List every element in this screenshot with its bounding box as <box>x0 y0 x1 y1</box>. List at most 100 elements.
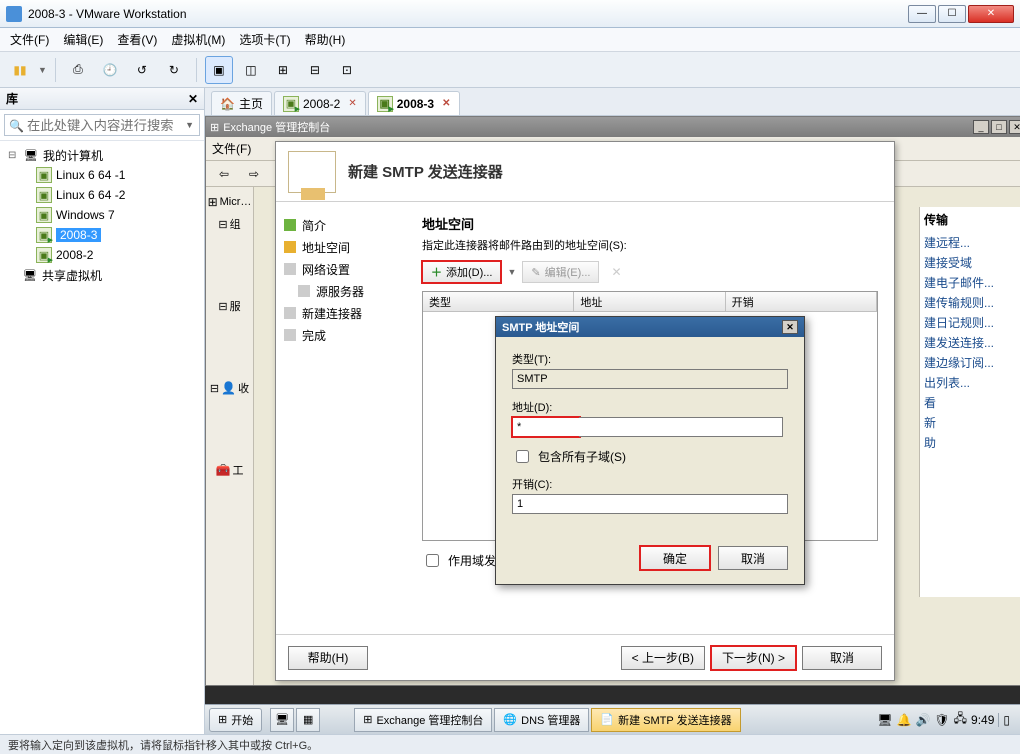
nav-item[interactable]: ⊟服 <box>218 295 240 317</box>
step-network[interactable]: 网络设置 <box>284 258 398 280</box>
forward-button[interactable]: ⇨ <box>240 160 268 188</box>
include-subdomains-checkbox[interactable] <box>516 450 529 463</box>
exch-min-button[interactable]: _ <box>973 120 989 134</box>
tree-item[interactable]: ▣Linux 6 64 -2 <box>0 185 204 205</box>
tree-item[interactable]: ▣Linux 6 64 -1 <box>0 165 204 185</box>
scoped-connector-checkbox[interactable] <box>426 554 439 567</box>
action-item[interactable]: 建日记规则... <box>924 312 1020 332</box>
menu-edit[interactable]: 编辑(E) <box>63 31 103 48</box>
tray-icon[interactable]: 🔊 <box>915 713 930 727</box>
menu-vm[interactable]: 虚拟机(M) <box>171 31 225 48</box>
tray-icon[interactable]: 🖧 <box>954 709 967 730</box>
action-item[interactable]: 建电子邮件... <box>924 272 1020 292</box>
tab-home[interactable]: 🏠主页 <box>211 91 272 115</box>
exch-menu-file[interactable]: 文件(F) <box>212 140 251 157</box>
menu-file[interactable]: 文件(F) <box>10 31 49 48</box>
address-field[interactable] <box>512 417 580 437</box>
col-address[interactable]: 地址 <box>574 292 725 311</box>
exch-close-button[interactable]: ✕ <box>1009 120 1020 134</box>
tray-icon[interactable]: 🖥 <box>877 713 892 727</box>
quicklaunch-button[interactable]: 🖥 <box>270 708 294 732</box>
tab-2008-3[interactable]: ▣2008-3✕ <box>368 91 460 115</box>
revert-button[interactable]: ↺ <box>128 56 156 84</box>
tree-shared[interactable]: 🖥共享虚拟机 <box>0 265 204 285</box>
fullscreen-button[interactable]: ▣ <box>205 56 233 84</box>
back-button[interactable]: < 上一步(B) <box>621 646 705 670</box>
step-source-server[interactable]: 源服务器 <box>284 280 398 302</box>
back-button[interactable]: ⇦ <box>210 160 238 188</box>
tray-icon[interactable]: 🔔 <box>897 713 912 727</box>
tree-item[interactable]: ▣Windows 7 <box>0 205 204 225</box>
tree-root[interactable]: ⊟🖥我的计算机 <box>0 145 204 165</box>
maximize-button[interactable]: ☐ <box>938 5 966 23</box>
unity-button[interactable]: ◫ <box>237 56 265 84</box>
action-item[interactable]: 建发送连接... <box>924 332 1020 352</box>
show-desktop-button[interactable]: ▯ <box>998 713 1010 727</box>
exchange-titlebar: ⊞ Exchange 管理控制台 _□✕ <box>206 117 1020 137</box>
subdialog-close-button[interactable]: ✕ <box>782 320 798 334</box>
guest-display[interactable]: ⊞ Exchange 管理控制台 _□✕ 文件(F) ⇦ ⇨ ⊞Micr… ⊟组… <box>205 116 1020 734</box>
address-field-ext[interactable] <box>579 417 783 437</box>
tree-item-selected[interactable]: ▣2008-3 <box>0 225 204 245</box>
menu-help[interactable]: 帮助(H) <box>305 31 346 48</box>
action-item[interactable]: 建接受域 <box>924 252 1020 272</box>
step-complete[interactable]: 完成 <box>284 324 398 346</box>
quicklaunch-button[interactable]: ▦ <box>296 708 320 732</box>
tab-close-icon[interactable]: ✕ <box>348 98 356 109</box>
col-type[interactable]: 类型 <box>423 292 574 311</box>
taskbar-item-active[interactable]: 📄新建 SMTP 发送连接器 <box>591 708 740 732</box>
cancel-button[interactable]: 取消 <box>802 646 882 670</box>
action-item[interactable]: 建远程... <box>924 232 1020 252</box>
add-button[interactable]: ＋添加(D)... <box>422 261 501 283</box>
exch-max-button[interactable]: □ <box>991 120 1007 134</box>
next-button[interactable]: 下一步(N) > <box>711 646 796 670</box>
power-button[interactable]: ▮▮ <box>6 56 34 84</box>
taskbar-item[interactable]: ⊞Exchange 管理控制台 <box>354 708 492 732</box>
wizard-steps: 简介 地址空间 网络设置 源服务器 新建连接器 完成 <box>276 202 406 634</box>
action-item[interactable]: 看 <box>924 392 1020 412</box>
snapshot-take-button[interactable]: ↻ <box>160 56 188 84</box>
nav-item[interactable]: ⊞Micr… <box>208 191 252 213</box>
dropdown-icon[interactable]: ▼ <box>507 267 516 277</box>
actions-header: 传输 <box>924 211 1020 228</box>
tree-item[interactable]: ▣2008-2 <box>0 245 204 265</box>
library-close-button[interactable]: ✕ <box>188 92 198 106</box>
library-title: 库 <box>6 90 18 107</box>
taskbar-item[interactable]: 🌐DNS 管理器 <box>494 708 589 732</box>
step-intro[interactable]: 简介 <box>284 214 398 236</box>
nav-item[interactable]: ⊟组 <box>218 213 240 235</box>
snapshot-mgr-button[interactable]: 🕘 <box>96 56 124 84</box>
menu-tabs[interactable]: 选项卡(T) <box>239 31 290 48</box>
action-item[interactable]: 助 <box>924 432 1020 452</box>
cost-label: 开销(C): <box>512 476 788 492</box>
ok-button[interactable]: 确定 <box>640 546 710 570</box>
view3-button[interactable]: ⊡ <box>333 56 361 84</box>
cancel-button[interactable]: 取消 <box>718 546 788 570</box>
step-address-space[interactable]: 地址空间 <box>284 236 398 258</box>
search-dropdown-icon[interactable]: ▼ <box>185 120 194 130</box>
snapshot-button[interactable]: ⎙ <box>64 56 92 84</box>
step-new-connector[interactable]: 新建连接器 <box>284 302 398 324</box>
action-item[interactable]: 建传输规则... <box>924 292 1020 312</box>
tab-2008-2[interactable]: ▣2008-2✕ <box>274 91 366 115</box>
action-item[interactable]: 出列表... <box>924 372 1020 392</box>
library-search-input[interactable] <box>4 114 200 136</box>
view2-button[interactable]: ⊟ <box>301 56 329 84</box>
col-cost[interactable]: 开销 <box>726 292 877 311</box>
tray-icon[interactable]: 🛡 <box>934 713 949 727</box>
action-item[interactable]: 建边缘订阅... <box>924 352 1020 372</box>
nav-item[interactable]: ⊟👤收 <box>210 377 249 399</box>
start-button[interactable]: ⊞开始 <box>209 708 262 732</box>
menu-view[interactable]: 查看(V) <box>117 31 157 48</box>
tab-close-icon[interactable]: ✕ <box>442 98 450 109</box>
help-button[interactable]: 帮助(H) <box>288 646 368 670</box>
computer-icon: 🖥 <box>23 147 39 163</box>
minimize-button[interactable]: — <box>908 5 936 23</box>
nav-item[interactable]: 🧰工 <box>216 459 244 481</box>
tray-clock[interactable]: 9:49 <box>971 713 994 727</box>
close-button[interactable]: ✕ <box>968 5 1014 23</box>
library-tree: ⊟🖥我的计算机 ▣Linux 6 64 -1 ▣Linux 6 64 -2 ▣W… <box>0 141 204 289</box>
cost-field[interactable] <box>512 494 788 514</box>
view1-button[interactable]: ⊞ <box>269 56 297 84</box>
action-item[interactable]: 新 <box>924 412 1020 432</box>
